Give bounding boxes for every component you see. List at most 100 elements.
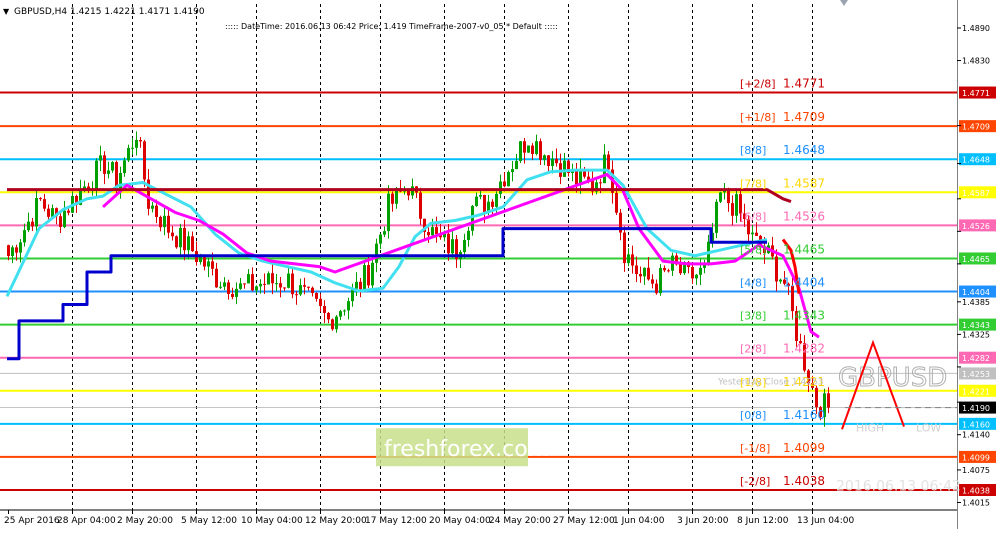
candle-body: [339, 311, 342, 317]
murray-level-value: 1.4771: [783, 77, 825, 91]
symbol-watermark: GBPUSD: [838, 363, 947, 393]
murray-level-value: 1.4160: [783, 408, 825, 422]
candle-body: [691, 266, 694, 279]
y-tick-label: 1.4075: [962, 466, 990, 475]
price-badge-label: 1.4465: [962, 255, 990, 264]
price-badge-label: 1.4404: [962, 288, 990, 297]
x-tick-label: 17 May 12:00: [365, 516, 427, 526]
candle-body: [11, 247, 14, 257]
candle-body: [39, 198, 42, 200]
murray-level-value: 1.4404: [783, 276, 825, 290]
murray-level-tag: [-2/8]: [740, 475, 770, 488]
candle-body: [719, 192, 722, 202]
candle-body: [479, 194, 482, 197]
price-badge-label: 1.4587: [962, 189, 990, 198]
candle-body: [183, 227, 186, 251]
price-badge-label: 1.4526: [962, 222, 990, 231]
candle-body: [731, 203, 734, 216]
candle-body: [175, 236, 178, 248]
candle-body: [615, 192, 618, 213]
murray-level-tag: [8/8]: [740, 144, 766, 157]
candle-body: [627, 254, 630, 264]
candle-body: [115, 162, 118, 189]
candle-body: [527, 145, 530, 153]
candle-body: [407, 190, 410, 196]
candle-body: [163, 215, 166, 228]
candle-body: [475, 196, 478, 206]
x-tick-label: 28 Apr 04:00: [57, 516, 116, 526]
murray-level-value: 1.4465: [783, 242, 825, 256]
candle-body: [647, 267, 650, 280]
candle-body: [471, 205, 474, 231]
candle-body: [599, 182, 602, 184]
candle-body: [495, 193, 498, 207]
candle-body: [519, 141, 522, 161]
candle-body: [327, 312, 330, 320]
candle-body: [319, 298, 322, 306]
candle-body: [31, 221, 34, 227]
candle-body: [431, 227, 434, 236]
price-chart[interactable]: [+2/8] 1.4771 [+1/8] 1.4709 [8/8] 1.4648 [7/8]…: [0, 0, 1001, 529]
x-tick-label: 8 Jun 12:00: [737, 516, 789, 526]
y-tick-label: 1.4325: [962, 330, 990, 339]
candle-body: [667, 270, 670, 272]
info-line: ::::: DateTime: 2016.06.13 06:42 Price: …: [225, 22, 558, 31]
y-tick-label: 1.4015: [962, 498, 990, 507]
price-badge-label: 1.4771: [962, 89, 990, 98]
low-label: LOW: [916, 421, 941, 434]
candle-body: [463, 239, 466, 253]
candle-body: [331, 319, 334, 330]
symbol-ohlc-label: GBPUSD,H4 1.4215 1.4221 1.4171 1.4190: [14, 7, 205, 17]
candle-body: [99, 155, 102, 161]
candle-body: [199, 256, 202, 262]
candle-body: [303, 285, 306, 287]
candle-body: [727, 189, 730, 204]
price-badge-label: 1.4160: [962, 420, 990, 429]
murray-level-tag: [6/8]: [740, 210, 766, 223]
candle-body: [655, 283, 658, 294]
candle-body: [259, 283, 262, 287]
y-tick-label: 1.4140: [962, 431, 990, 440]
candle-body: [827, 393, 830, 408]
candle-body: [155, 205, 158, 217]
candle-body: [231, 293, 234, 297]
candle-body: [19, 242, 22, 253]
candle-body: [419, 192, 422, 219]
candle-body: [283, 287, 286, 289]
y-tick-label: 1.4890: [962, 24, 990, 33]
candle-body: [543, 155, 546, 160]
candle-body: [311, 287, 314, 293]
candle-body: [735, 194, 738, 216]
candle-body: [103, 155, 106, 174]
candle-body: [179, 227, 182, 248]
candle-body: [679, 264, 682, 274]
dropdown-arrow-icon[interactable]: ▼: [3, 7, 10, 16]
candle-body: [387, 193, 390, 232]
x-tick-label: 10 May 04:00: [241, 516, 303, 526]
murray-level-value: 1.4709: [783, 110, 825, 124]
x-tick-label: 1 Jun 04:00: [613, 516, 665, 526]
x-tick-label: 25 Apr 2016: [4, 516, 60, 526]
candle-body: [355, 281, 358, 289]
candle-body: [63, 210, 66, 228]
candle-body: [511, 169, 514, 172]
candle-body: [23, 230, 26, 243]
candle-body: [539, 141, 542, 160]
candle-body: [207, 261, 210, 267]
candle-body: [779, 279, 782, 282]
candle-body: [47, 208, 50, 217]
candle-body: [379, 234, 382, 244]
price-badge-label: 1.4709: [962, 123, 990, 132]
candle-body: [251, 274, 254, 291]
candle-body: [307, 286, 310, 288]
candle-body: [191, 236, 194, 252]
candle-body: [131, 147, 134, 149]
candle-body: [607, 154, 610, 170]
candle-body: [171, 232, 174, 237]
candle-body: [123, 160, 126, 173]
candle-body: [715, 201, 718, 233]
candle-body: [7, 245, 10, 257]
murray-level-value: 1.4648: [783, 143, 825, 157]
candle-body: [751, 232, 754, 235]
candle-body: [219, 286, 222, 288]
